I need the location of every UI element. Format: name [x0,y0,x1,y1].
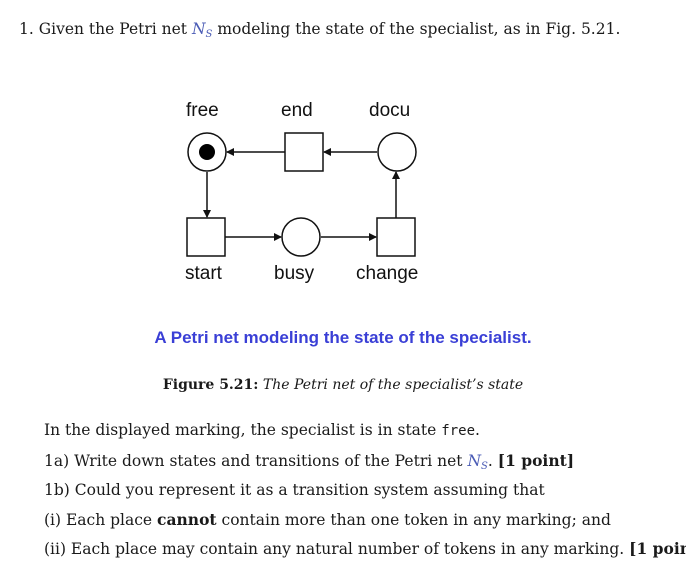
marking-period: . [475,421,480,439]
marking-text: In the displayed marking, the specialist… [44,421,437,439]
figure-blue-caption: A Petri net modeling the state of the sp… [154,328,532,347]
question-1b: 1b) Could you represent it as a transiti… [44,481,545,499]
place-docu [377,132,417,172]
q1a-net-symbol: NS [467,452,488,472]
token-free [199,144,215,160]
transition-change [376,217,416,257]
qii-text: (ii) Each place may contain any natural … [44,540,625,558]
q1a-points: [1 point] [497,451,575,470]
question-1a: 1a) Write down states and transitions of… [44,451,574,472]
transition-end [284,132,324,172]
question-1b-i: (i) Each place cannot contain more than … [44,510,611,529]
label-start: start [185,263,223,284]
q1a-text: 1a) Write down states and transitions of… [44,452,463,470]
qi-rest: contain more than one token in any marki… [221,511,611,529]
question-1b-ii: (ii) Each place may contain any natural … [44,539,686,558]
label-busy: busy [274,263,315,284]
qii-points: [1 point] [629,539,686,558]
figure-caption: Figure 5.21: The Petri net of the specia… [0,377,686,393]
qi-bold: cannot [157,510,217,529]
q1a-period: . [487,452,493,470]
qi-text: (i) Each place [44,511,153,529]
label-change: change [356,263,418,284]
petri-net-figure: free end docu start busy change [185,100,418,284]
label-free: free [186,100,219,121]
marking-state: free [441,423,475,439]
figure-caption-text: The Petri net of the specialist’s state [262,377,524,393]
label-docu: docu [369,100,410,121]
marking-line: In the displayed marking, the specialist… [44,421,480,439]
label-end: end [281,100,313,121]
place-busy [281,217,321,257]
transition-start [186,217,226,257]
figure-number: Figure 5.21: [162,377,259,393]
